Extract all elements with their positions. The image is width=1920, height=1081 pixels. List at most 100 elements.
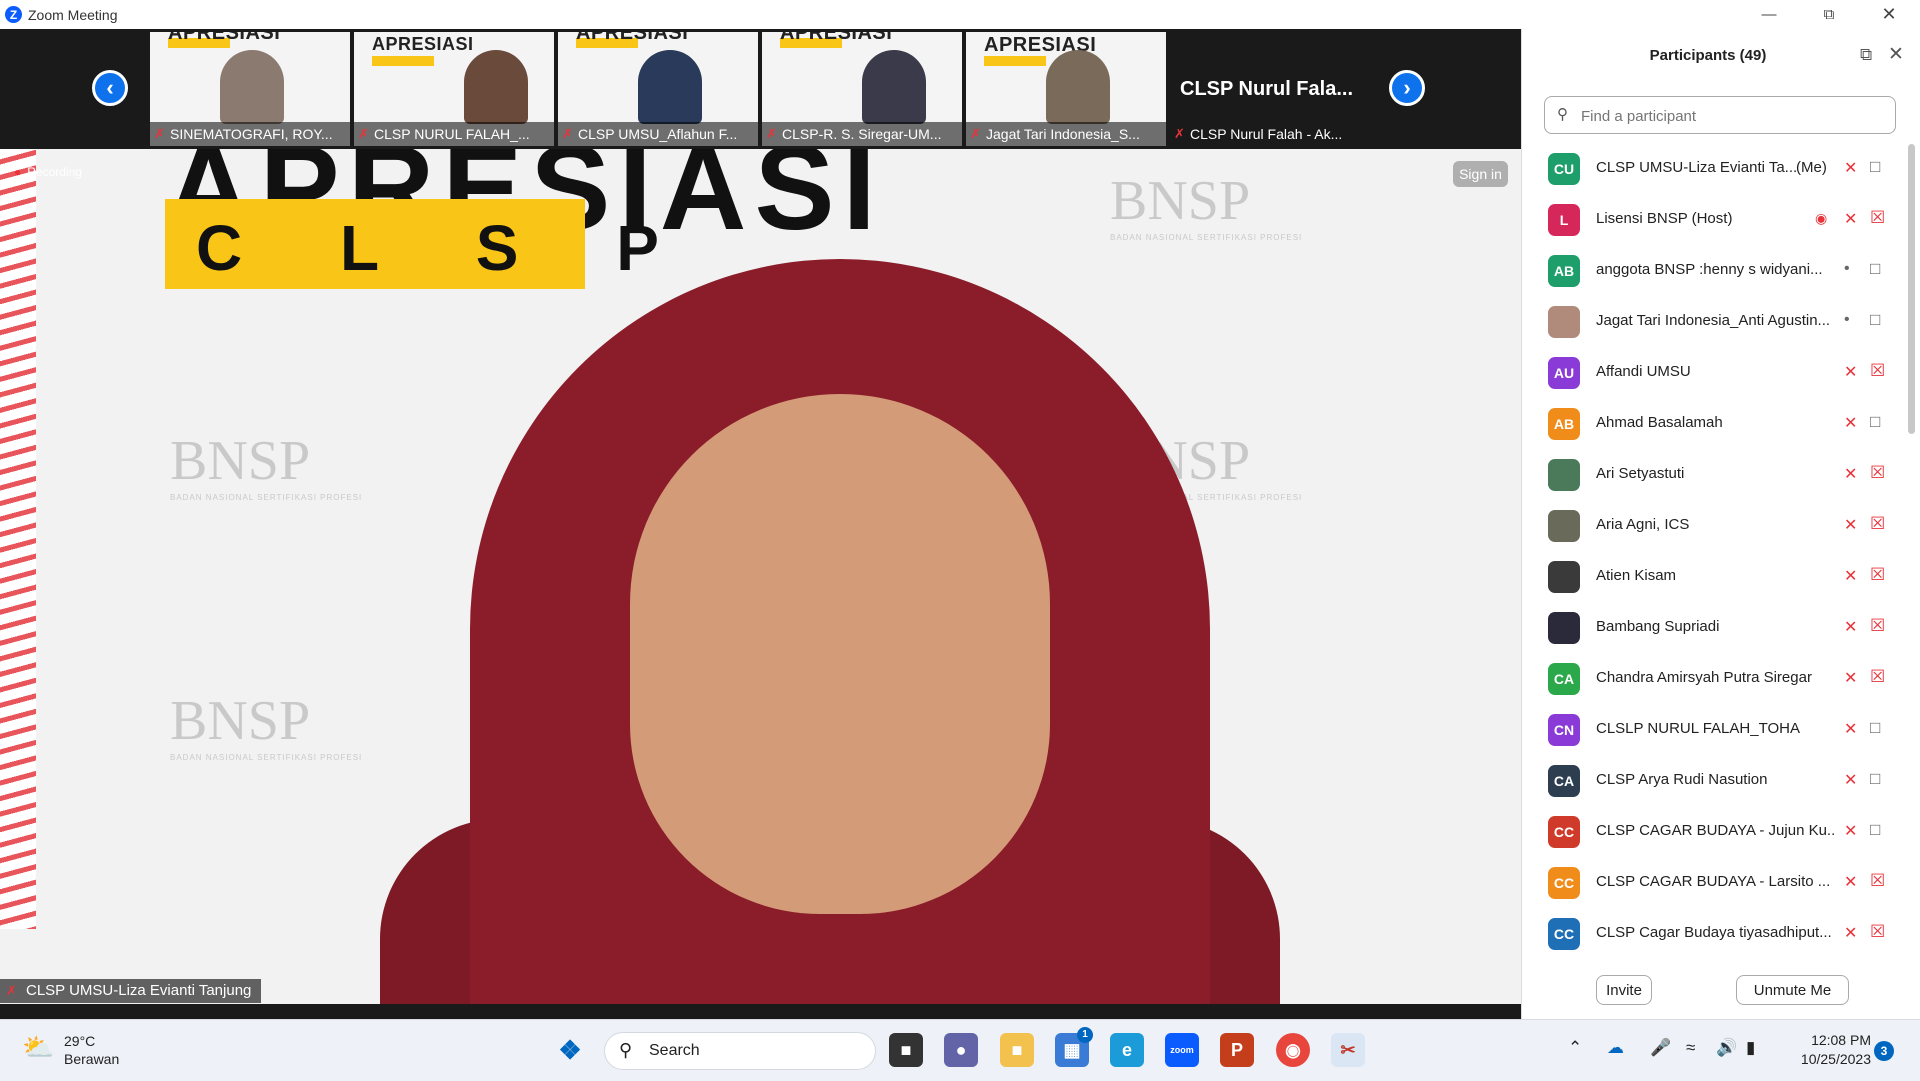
participant-list: CU CLSP UMSU-Liza Evianti Ta... (Me) ✕ □ L Lis…	[1522, 144, 1902, 960]
participant-row[interactable]: AU Affandi UMSU ✕ ☒	[1522, 348, 1902, 399]
thumbnail-banner: APRESIASI	[576, 32, 689, 44]
mic-muted-icon: ✗	[970, 126, 981, 141]
speaker-icon[interactable]: 🔊	[1716, 1038, 1737, 1058]
video-off-icon: ☒	[1870, 361, 1886, 380]
video-icon: □	[1870, 259, 1881, 278]
participant-row[interactable]: CC CLSP CAGAR BUDAYA - Larsito ... ✕ ☒	[1522, 858, 1902, 909]
participant-search-input[interactable]	[1579, 103, 1883, 129]
avatar: AB	[1548, 255, 1580, 287]
chevron-left-icon: ‹	[106, 75, 114, 100]
participant-row[interactable]: AB Ahmad Basalamah ✕ □	[1522, 399, 1902, 450]
participant-row[interactable]: Jagat Tari Indonesia_Anti Agustin... • □	[1522, 297, 1902, 348]
participant-name: Atien Kisam	[1596, 567, 1677, 584]
video-off-icon: ☒	[1870, 514, 1886, 533]
participant-row[interactable]: Atien Kisam ✕ ☒	[1522, 552, 1902, 603]
video-thumbnail[interactable]: APRESIASI ✗ CLSP NURUL FALAH_...	[354, 32, 554, 146]
mic-muted-icon: ✕	[1844, 415, 1858, 432]
windows-start-icon[interactable]: ❖	[553, 1033, 587, 1067]
system-clock[interactable]: 12:08 PM 10/25/2023	[1783, 1031, 1871, 1069]
onedrive-icon[interactable]: ☁	[1607, 1038, 1624, 1058]
participant-name: Ari Setyastuti	[1596, 465, 1685, 482]
mic-muted-icon: ✗	[1174, 126, 1185, 141]
participant-name: Ahmad Basalamah	[1596, 414, 1723, 431]
video-thumbnail[interactable]: APRESIASI ✗ CLSP-R. S. Siregar-UM...	[762, 32, 962, 146]
video-thumbnail[interactable]: APRESIASI ✗ Jagat Tari Indonesia_S...	[966, 32, 1166, 146]
next-page-button[interactable]: ›	[1389, 70, 1425, 106]
task-view-icon[interactable]: ■	[889, 1033, 923, 1067]
restore-button[interactable]: ⧉	[1801, 0, 1857, 29]
chrome-browser-icon[interactable]: ◉	[1276, 1033, 1310, 1067]
me-label: (Me)	[1796, 159, 1827, 176]
active-speaker-video[interactable]: APRESIASI C L S P BNSPBADAN NASIONAL SER…	[0, 149, 1521, 1004]
avatar: CC	[1548, 867, 1580, 899]
avatar: L	[1548, 204, 1580, 236]
file-explorer-icon[interactable]: ■	[1000, 1033, 1034, 1067]
minimize-button[interactable]: —	[1741, 0, 1797, 29]
window-title: Zoom Meeting	[28, 6, 118, 23]
video-icon: □	[1870, 310, 1881, 329]
video-icon: □	[1870, 769, 1881, 788]
video-thumbnail[interactable]: APRESIASI ✗ SINEMATOGRAFI, ROY...	[150, 32, 350, 146]
temperature: 29°C	[64, 1033, 96, 1049]
chevron-up-icon[interactable]: ⌃	[1568, 1038, 1582, 1058]
video-icon: □	[1870, 157, 1881, 176]
battery-icon[interactable]: ▮	[1746, 1038, 1755, 1058]
thumbnail-name: CLSP Nurul Falah - Ak...	[1190, 126, 1343, 142]
participant-row[interactable]: CC CLSP Cagar Budaya tiyasadhiput... ✕ ☒	[1522, 909, 1902, 960]
unmute-me-button[interactable]: Unmute Me	[1736, 975, 1849, 1005]
microsoft-store-icon[interactable]: ▦ 1	[1055, 1027, 1093, 1067]
close-icon[interactable]: ✕	[1888, 43, 1904, 66]
invite-button[interactable]: Invite	[1596, 975, 1652, 1005]
participant-list-scrollbar[interactable]	[1908, 144, 1915, 434]
bnsp-watermark: BNSP BADAN NASIONAL SERTIFIKASI PROFESI	[170, 690, 363, 762]
participant-row[interactable]: CN CLSLP NURUL FALAH_TOHA ✕ □	[1522, 705, 1902, 756]
weather-widget[interactable]: ⛅ 29°C Berawan	[22, 1032, 119, 1068]
thumbnail-name: Jagat Tari Indonesia_S...	[986, 126, 1140, 142]
participant-name: Aria Agni, ICS	[1596, 516, 1690, 533]
participant-video	[638, 50, 702, 124]
mic-muted-icon: ✗	[358, 126, 369, 141]
video-icon: □	[1870, 820, 1881, 839]
participant-row[interactable]: AB anggota BNSP :henny s widyani... • □	[1522, 246, 1902, 297]
mic-muted-icon: ✗	[766, 126, 777, 141]
participants-title: Participants (49)	[1649, 47, 1767, 64]
popout-icon[interactable]: ⧉	[1860, 45, 1872, 65]
video-off-icon: ☒	[1870, 565, 1886, 584]
participant-row[interactable]: CA CLSP Arya Rudi Nasution ✕ □	[1522, 756, 1902, 807]
thumbnail-banner: APRESIASI	[372, 34, 474, 54]
participant-row[interactable]: Ari Setyastuti ✕ ☒	[1522, 450, 1902, 501]
participant-row[interactable]: CA Chandra Amirsyah Putra Siregar ✕ ☒	[1522, 654, 1902, 705]
zoom-app-icon[interactable]: zoom	[1165, 1033, 1199, 1067]
mic-muted-icon: ✗	[562, 126, 573, 141]
thumbnail-name: SINEMATOGRAFI, ROY...	[170, 126, 333, 142]
prev-page-button[interactable]: ‹	[92, 70, 128, 106]
snipping-tool-icon[interactable]: ✂	[1331, 1033, 1365, 1067]
video-thumbnail[interactable]: APRESIASI ✗ CLSP UMSU_Aflahun F...	[558, 32, 758, 146]
mic-muted-icon: ✕	[1844, 619, 1858, 636]
video-off-icon: ☒	[1870, 667, 1886, 686]
video-off-icon: ☒	[1870, 616, 1886, 635]
powerpoint-icon[interactable]: P	[1220, 1033, 1254, 1067]
edge-browser-icon[interactable]: e	[1110, 1033, 1144, 1067]
participant-video	[1046, 50, 1110, 124]
participant-row[interactable]: L Lisensi BNSP (Host) ◉ ✕ ☒	[1522, 195, 1902, 246]
participant-search[interactable]: ⚲	[1544, 96, 1896, 134]
close-window-button[interactable]: ✕	[1861, 0, 1917, 29]
chevron-right-icon: ›	[1403, 75, 1411, 100]
participant-row[interactable]: CU CLSP UMSU-Liza Evianti Ta... (Me) ✕ □	[1522, 144, 1902, 195]
participant-row[interactable]: Bambang Supriadi ✕ ☒	[1522, 603, 1902, 654]
participants-panel: Participants (49) ⧉ ✕ ⚲ CUCLSP UMSU-Liza…	[1521, 29, 1920, 1019]
teams-chat-icon[interactable]: ●	[944, 1033, 978, 1067]
video-off-icon: ☒	[1870, 208, 1886, 227]
participant-row[interactable]: Aria Agni, ICS ✕ ☒	[1522, 501, 1902, 552]
avatar	[1548, 306, 1580, 338]
video-thumbnail[interactable]: CLSP Nurul Fala... ✗ CLSP Nurul Falah - A…	[1170, 32, 1370, 146]
microphone-icon[interactable]: 🎤	[1650, 1038, 1671, 1058]
wifi-icon[interactable]: ≈	[1686, 1038, 1695, 1058]
taskbar-search[interactable]: ⚲ Search	[604, 1032, 876, 1070]
cloud-sun-icon: ⛅	[22, 1032, 55, 1062]
video-icon: □	[1870, 412, 1881, 431]
notification-badge[interactable]: 3	[1874, 1041, 1894, 1061]
participant-row[interactable]: CC CLSP CAGAR BUDAYA - Jujun Ku... ✕ □	[1522, 807, 1902, 858]
sign-in-button[interactable]: Sign in	[1453, 161, 1508, 187]
